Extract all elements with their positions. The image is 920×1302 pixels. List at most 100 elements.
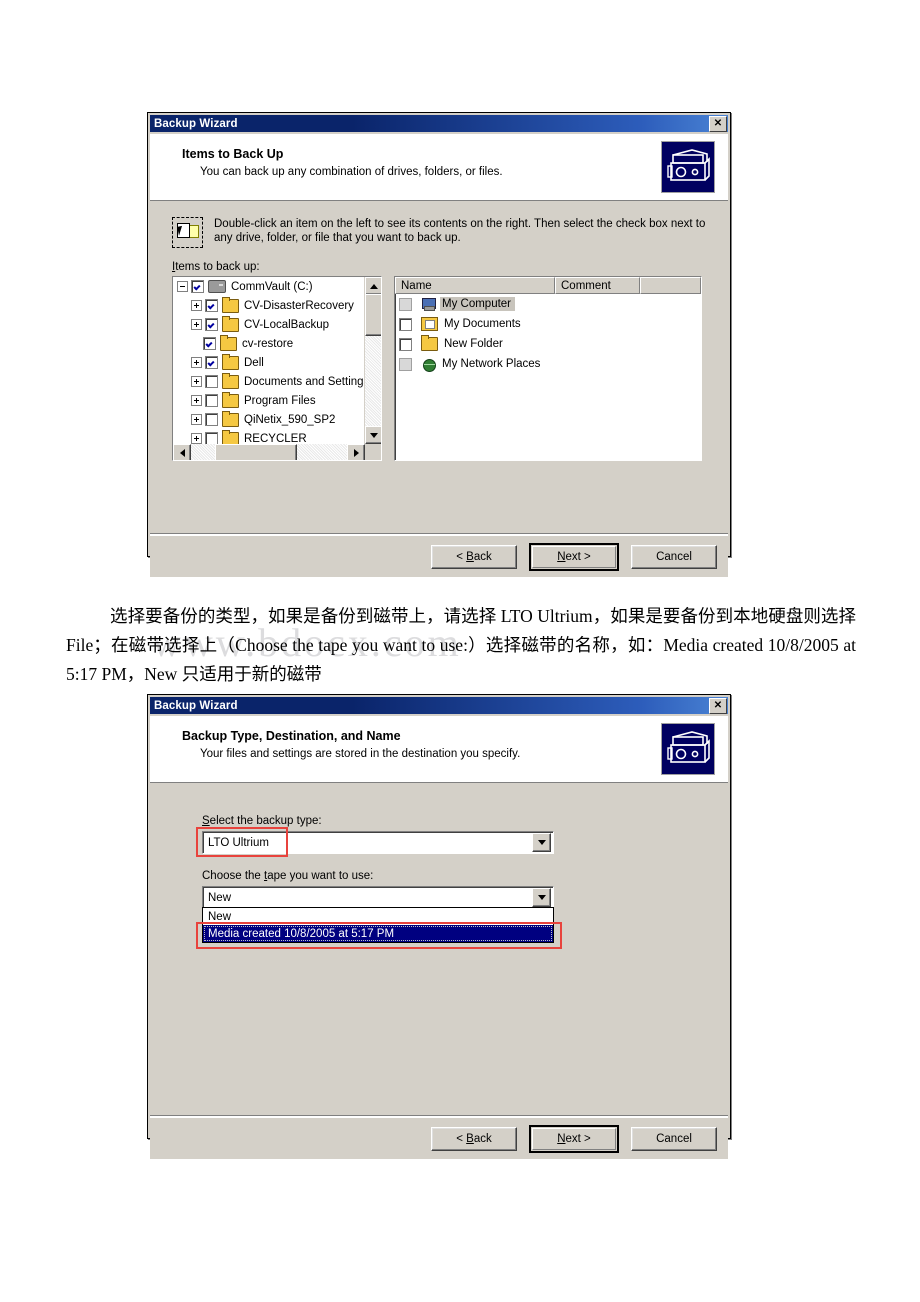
expand-icon[interactable]	[191, 357, 202, 368]
folder-icon	[220, 334, 237, 351]
tape-dropdown-list[interactable]: New Media created 10/8/2005 at 5:17 PM	[202, 907, 554, 943]
scroll-thumb[interactable]	[365, 294, 381, 336]
tree-checkbox[interactable]	[191, 280, 204, 293]
tree-vertical-scrollbar[interactable]	[364, 277, 381, 444]
tape-backup-icon	[661, 723, 715, 775]
column-header-name[interactable]: Name	[395, 277, 555, 294]
tree-checkbox[interactable]	[205, 356, 218, 369]
collapse-icon[interactable]	[177, 281, 188, 292]
tree-row[interactable]: QiNetix_590_SP2	[173, 410, 365, 429]
column-header-comment[interactable]: Comment	[555, 277, 640, 294]
list-checkbox[interactable]	[399, 317, 412, 331]
tree-row[interactable]: Documents and Settings	[173, 372, 365, 391]
list-checkbox[interactable]	[399, 357, 412, 371]
banner-subheading: You can back up any combination of drive…	[200, 166, 503, 178]
scroll-thumb[interactable]	[215, 444, 297, 460]
list-checkbox[interactable]	[399, 337, 412, 351]
items-label-rest: tems to back up:	[175, 261, 260, 273]
close-icon[interactable]: ✕	[709, 115, 727, 132]
tree-checkbox[interactable]	[205, 375, 218, 388]
list-item[interactable]: My Documents	[395, 314, 701, 334]
tree-row[interactable]: RECYCLER	[173, 429, 365, 444]
folder-icon	[222, 296, 239, 313]
cancel-button[interactable]: Cancel	[631, 544, 717, 569]
tree-row-label: CV-DisasterRecovery	[244, 299, 354, 312]
scroll-right-icon[interactable]	[347, 444, 365, 460]
tape-value: New	[208, 891, 232, 904]
expand-icon[interactable]	[191, 414, 202, 425]
expand-icon[interactable]	[191, 376, 202, 387]
close-icon[interactable]: ✕	[709, 697, 727, 714]
tree-checkbox[interactable]	[205, 413, 218, 426]
folder-tree[interactable]: CommVault (C:) CV-DisasterRecovery CV-Lo…	[172, 276, 382, 461]
backup-type-combo[interactable]: LTO Ultrium	[202, 831, 554, 854]
chevron-down-icon[interactable]	[532, 833, 551, 852]
tree-row-label: Program Files	[244, 394, 316, 407]
tape-combo[interactable]: New	[202, 886, 554, 909]
banner-subheading: Your files and settings are stored in th…	[200, 748, 521, 760]
list-item-label: My Computer	[440, 297, 516, 311]
folder-icon	[222, 391, 239, 408]
backup-wizard-dialog-type: Backup Wizard ✕ Backup Type, Destination…	[147, 694, 731, 1159]
hint-row: Double-click an item on the left to see …	[172, 217, 706, 248]
tree-checkbox[interactable]	[205, 318, 218, 331]
expand-icon[interactable]	[191, 433, 202, 444]
dropdown-option[interactable]: Media created 10/8/2005 at 5:17 PM	[203, 925, 553, 942]
scroll-down-icon[interactable]	[365, 426, 381, 444]
dialog-footer: < Back Next > Cancel	[150, 535, 728, 577]
body-paragraph: 选择要备份的类型，如果是备份到磁带上，请选择 LTO Ultrium，如果是要备…	[66, 602, 856, 689]
next-button[interactable]: Next >	[529, 542, 619, 571]
my-documents-icon	[421, 317, 438, 331]
list-item[interactable]: New Folder	[395, 334, 701, 354]
folder-icon	[222, 372, 239, 389]
wizard-banner: Backup Type, Destination, and Name Your …	[150, 716, 728, 783]
tape-backup-icon	[661, 141, 715, 193]
titlebar: Backup Wizard ✕	[150, 697, 728, 714]
tree-row[interactable]: Dell	[173, 353, 365, 372]
list-item[interactable]: My Network Places	[395, 354, 701, 374]
back-accel: B	[466, 1132, 474, 1145]
titlebar: Backup Wizard ✕	[150, 115, 728, 132]
back-button[interactable]: < Back	[431, 544, 517, 569]
expand-icon[interactable]	[191, 395, 202, 406]
folder-icon	[222, 315, 239, 332]
cancel-button[interactable]: Cancel	[631, 1126, 717, 1151]
tree-row[interactable]: cv-restore	[173, 334, 365, 353]
folder-icon	[421, 335, 438, 351]
tree-checkbox[interactable]	[205, 394, 218, 407]
tree-row[interactable]: CV-DisasterRecovery	[173, 296, 365, 315]
list-checkbox[interactable]	[399, 297, 412, 311]
scroll-corner	[365, 444, 381, 460]
chevron-down-icon[interactable]	[532, 888, 551, 907]
backup-type-label: Select the backup type:	[202, 815, 322, 827]
contents-list[interactable]: Name Comment My Computer My Documents Ne…	[394, 276, 702, 461]
list-item[interactable]: My Computer	[395, 294, 701, 314]
computer-icon	[421, 297, 436, 311]
folder-icon	[222, 353, 239, 370]
scroll-left-icon[interactable]	[173, 444, 191, 460]
next-button[interactable]: Next >	[529, 1124, 619, 1153]
tree-horizontal-scrollbar[interactable]	[173, 444, 365, 460]
items-to-back-up-label: Items to back up:	[172, 261, 260, 273]
back-button[interactable]: < Back	[431, 1126, 517, 1151]
dropdown-option[interactable]: New	[203, 908, 553, 925]
tree-row[interactable]: Program Files	[173, 391, 365, 410]
tree-row[interactable]: CommVault (C:)	[173, 277, 365, 296]
column-header-extra[interactable]	[640, 277, 701, 294]
scroll-up-icon[interactable]	[365, 277, 381, 295]
tree-checkbox[interactable]	[205, 432, 218, 444]
dialog-footer: < Back Next > Cancel	[150, 1117, 728, 1159]
hint-text: Double-click an item on the left to see …	[214, 218, 706, 244]
network-icon	[421, 358, 436, 372]
selection-panes: CommVault (C:) CV-DisasterRecovery CV-Lo…	[172, 276, 706, 461]
tree-checkbox[interactable]	[205, 299, 218, 312]
list-item-label: My Documents	[444, 318, 521, 330]
folder-tree-rows: CommVault (C:) CV-DisasterRecovery CV-Lo…	[173, 277, 365, 444]
list-item-label: My Network Places	[442, 358, 541, 370]
tree-row[interactable]: CV-LocalBackup	[173, 315, 365, 334]
tape-label: Choose the tape you want to use:	[202, 870, 374, 882]
tree-checkbox[interactable]	[203, 337, 216, 350]
expand-icon[interactable]	[191, 319, 202, 330]
expand-icon[interactable]	[191, 300, 202, 311]
document-page: www.bdocx.com Backup Wizard ✕ Items to B…	[0, 0, 920, 1302]
